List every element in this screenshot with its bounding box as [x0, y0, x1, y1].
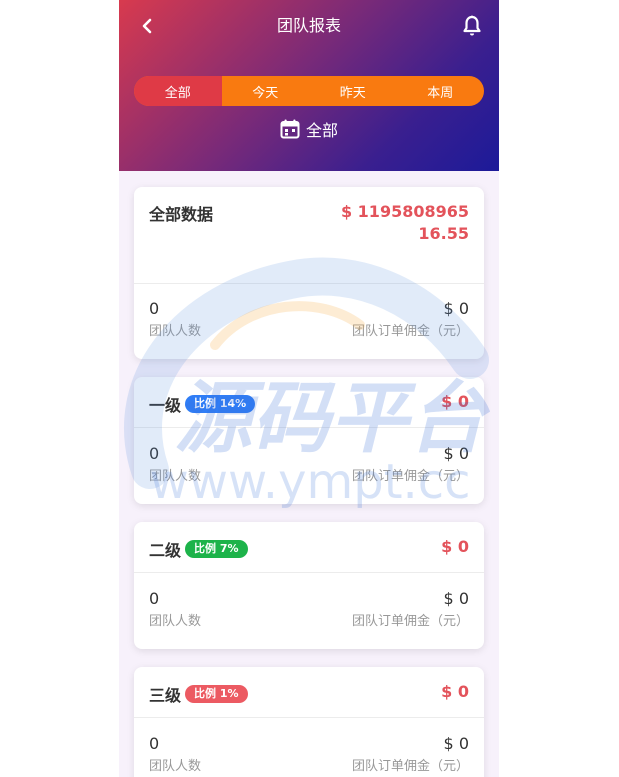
card-title: 一级 — [149, 396, 182, 415]
tab-yesterday[interactable]: 昨天 — [309, 76, 397, 106]
card-header: 全部数据 $ 119580896516.55 — [134, 187, 484, 284]
level-amount: $ 0 — [441, 682, 469, 701]
ratio-badge: 比例 7% — [185, 540, 248, 558]
ratio-badge: 比例 14% — [185, 395, 256, 413]
card-header: 二级 比例 7% $ 0 — [134, 522, 484, 573]
card-header: 一级 比例 14% $ 0 — [134, 377, 484, 428]
notification-button[interactable] — [459, 12, 485, 40]
card-title: 全部数据 — [149, 205, 214, 224]
summary-card-all: 全部数据 $ 119580896516.55 0 团队人数 $ 0 团队订单佣金… — [134, 187, 484, 359]
page-title: 团队报表 — [276, 16, 341, 35]
members-value: 0 — [149, 734, 160, 753]
members-stat: 0 团队人数 — [149, 589, 201, 631]
card-title: 三级 — [149, 686, 182, 705]
ratio-badge: 比例 1% — [185, 685, 248, 703]
card-title-group: 二级 比例 7% — [149, 537, 248, 561]
header: 团队报表 全部 今天 昨天 本周 全部 — [119, 0, 499, 171]
members-label: 团队人数 — [149, 614, 202, 629]
commission-value: $ 0 — [443, 734, 469, 753]
card-title: 二级 — [149, 541, 182, 560]
bell-icon — [463, 15, 481, 36]
members-value: 0 — [149, 589, 160, 608]
commission-label: 团队订单佣金（元） — [351, 614, 469, 629]
commission-label: 团队订单佣金（元） — [351, 324, 469, 339]
commission-value: $ 0 — [443, 589, 469, 608]
app-screen: 团队报表 全部 今天 昨天 本周 全部 全部数据 $ 119580896516.… — [119, 0, 499, 777]
summary-card-level-2: 二级 比例 7% $ 0 0 团队人数 $ 0 团队订单佣金（元） — [134, 522, 484, 649]
commission-value: $ 0 — [443, 444, 469, 463]
tab-this-week[interactable]: 本周 — [397, 76, 485, 106]
commission-value: $ 0 — [443, 299, 469, 318]
commission-stat: $ 0 团队订单佣金（元） — [352, 589, 469, 631]
members-label: 团队人数 — [149, 759, 202, 774]
members-label: 团队人数 — [149, 324, 202, 339]
commission-stat: $ 0 团队订单佣金（元） — [352, 444, 469, 486]
tab-today[interactable]: 今天 — [222, 76, 310, 106]
members-value: 0 — [149, 299, 160, 318]
card-title-group: 一级 比例 14% — [149, 392, 256, 416]
commission-stat: $ 0 团队订单佣金（元） — [352, 734, 469, 776]
members-stat: 0 团队人数 — [149, 444, 201, 486]
members-label: 团队人数 — [149, 469, 202, 484]
commission-stat: $ 0 团队订单佣金（元） — [352, 299, 469, 341]
members-value: 0 — [149, 444, 160, 463]
summary-card-level-1: 一级 比例 14% $ 0 0 团队人数 $ 0 团队订单佣金（元） — [134, 377, 484, 504]
commission-label: 团队订单佣金（元） — [351, 759, 469, 774]
members-stat: 0 团队人数 — [149, 734, 201, 776]
commission-label: 团队订单佣金（元） — [351, 469, 469, 484]
summary-card-level-3: 三级 比例 1% $ 0 0 团队人数 $ 0 团队订单佣金（元） — [134, 667, 484, 777]
card-header: 三级 比例 1% $ 0 — [134, 667, 484, 718]
date-picker[interactable]: 全部 — [119, 116, 499, 142]
calendar-icon — [280, 119, 300, 139]
level-amount: $ 0 — [441, 537, 469, 556]
tab-all[interactable]: 全部 — [134, 76, 222, 106]
level-amount: $ 0 — [441, 392, 469, 411]
card-title-group: 三级 比例 1% — [149, 682, 248, 706]
total-amount: $ 119580896516.55 — [340, 202, 469, 243]
members-stat: 0 团队人数 — [149, 299, 201, 341]
date-label: 全部 — [305, 121, 338, 140]
date-range-tabs: 全部 今天 昨天 本周 — [134, 76, 484, 106]
